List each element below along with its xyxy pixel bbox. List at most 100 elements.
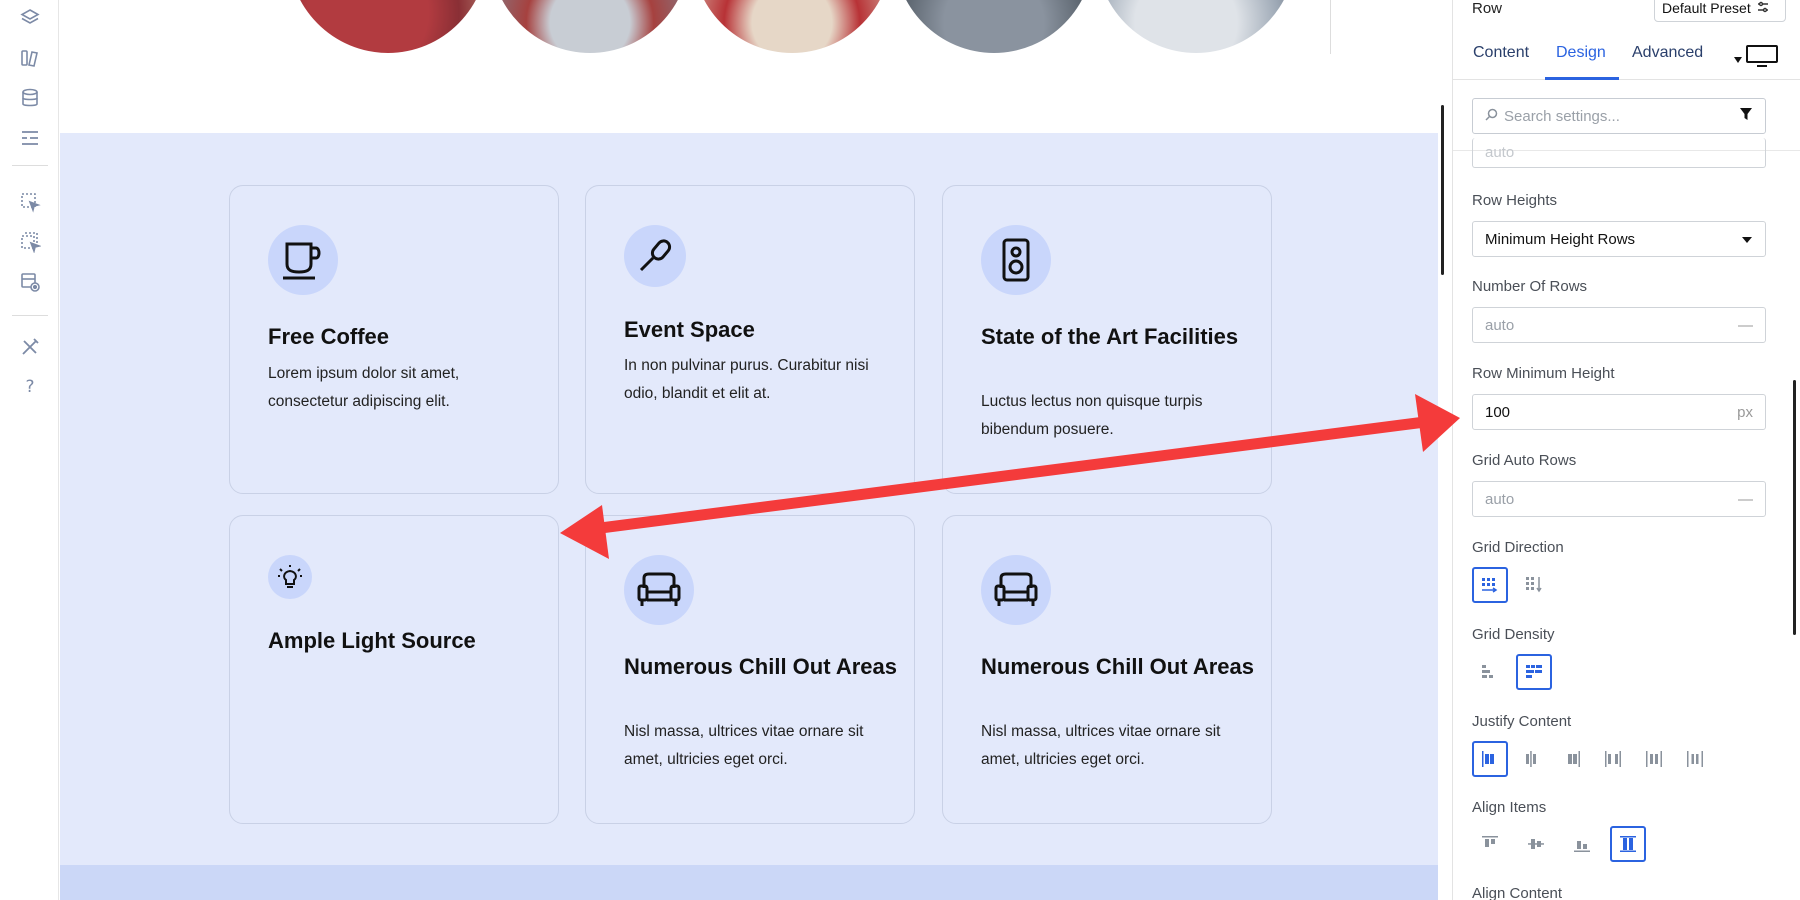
search-icon (1485, 108, 1498, 125)
grid-density-dense-button[interactable] (1516, 654, 1552, 690)
unit-label: — (1738, 316, 1753, 334)
active-tab-indicator (1545, 77, 1619, 80)
toolbar-divider (12, 315, 48, 316)
grid-density-label: Grid Density (1472, 626, 1555, 643)
number-of-rows-label: Number Of Rows (1472, 278, 1588, 295)
help-icon[interactable]: ? (18, 375, 42, 399)
feature-card[interactable]: Free Coffee Lorem ipsum dolor sit amet, … (229, 185, 559, 494)
preset-selector[interactable]: Default Preset (1654, 0, 1786, 22)
coffee-cup-icon (268, 225, 338, 295)
team-photo (692, 0, 892, 53)
card-text: In non pulvinar purus. Curabitur nisi od… (624, 357, 869, 402)
search-settings-input[interactable]: Search settings... (1472, 98, 1766, 134)
device-selector[interactable] (1733, 44, 1779, 72)
panel-tabs: Content Design Advanced (1453, 38, 1800, 80)
card-title: Numerous Chill Out Areas (624, 654, 898, 679)
team-photo-strip (288, 0, 1331, 54)
page-canvas: Free Coffee Lorem ipsum dolor sit amet, … (60, 0, 1438, 900)
partial-field-value: auto (1485, 144, 1515, 161)
grid-direction-label: Grid Direction (1472, 539, 1564, 556)
justify-space-around-button[interactable] (1636, 741, 1672, 777)
canvas-scrollbar[interactable] (1441, 105, 1444, 275)
grid-density-sparse-button[interactable] (1472, 654, 1508, 690)
feature-card[interactable]: Numerous Chill Out Areas Nisl massa, ult… (585, 515, 915, 824)
tab-design[interactable]: Design (1556, 44, 1606, 62)
align-stretch-button[interactable] (1610, 826, 1646, 862)
card-title: Event Space (624, 317, 755, 342)
justify-end-button[interactable] (1554, 741, 1590, 777)
justify-center-button[interactable] (1513, 741, 1549, 777)
align-end-button[interactable] (1564, 826, 1600, 862)
card-text: Luctus lectus non quisque turpis bibendu… (981, 393, 1203, 438)
toolbar-divider (12, 165, 48, 166)
feature-card[interactable]: State of the Art Facilities Luctus lectu… (942, 185, 1272, 494)
feature-card[interactable]: Ample Light Source (229, 515, 559, 824)
search-placeholder: Search settings... (1504, 107, 1620, 125)
sofa-icon (624, 555, 694, 625)
grid-auto-rows-label: Grid Auto Rows (1472, 452, 1577, 469)
row-min-height-input[interactable]: 100 px (1472, 394, 1766, 430)
justify-content-options (1472, 741, 1713, 777)
card-title: Numerous Chill Out Areas (981, 654, 1255, 679)
database-icon[interactable] (18, 86, 42, 110)
builder-app: ? Free Coffee Lorem ipsum dolor sit amet… (0, 0, 1800, 900)
speaker-icon (981, 225, 1051, 295)
microphone-icon (624, 225, 686, 287)
select-caret-icon (1741, 231, 1753, 248)
card-title: Ample Light Source (268, 628, 476, 653)
tools-icon[interactable] (18, 335, 42, 359)
grid-direction-options (1472, 567, 1552, 603)
desktop-icon (1745, 44, 1779, 72)
card-text: Nisl massa, ultrices vitae ornare sit am… (981, 723, 1221, 768)
row-min-height-label: Row Minimum Height (1472, 365, 1615, 382)
justify-space-evenly-button[interactable] (1677, 741, 1713, 777)
align-start-button[interactable] (1472, 826, 1508, 862)
number-of-rows-input[interactable]: auto — (1472, 307, 1766, 343)
structure-icon[interactable] (18, 126, 42, 150)
tab-content[interactable]: Content (1473, 44, 1529, 62)
team-photo (1096, 0, 1296, 53)
select-element-icon[interactable] (18, 190, 42, 214)
number-of-rows-placeholder: auto (1485, 316, 1515, 334)
grid-auto-rows-input[interactable]: auto — (1472, 481, 1766, 517)
align-items-label: Align Items (1472, 799, 1547, 816)
grid-direction-row-button[interactable] (1472, 567, 1508, 603)
row-heights-label: Row Heights (1472, 192, 1558, 209)
panel-title: Row (1472, 0, 1503, 17)
features-section[interactable]: Free Coffee Lorem ipsum dolor sit amet, … (60, 133, 1438, 865)
align-center-button[interactable] (1518, 826, 1554, 862)
preset-label: Default Preset (1662, 0, 1751, 16)
card-title: Free Coffee (268, 324, 390, 349)
team-photo (894, 0, 1094, 53)
card-text: Nisl massa, ultrices vitae ornare sit am… (624, 723, 864, 768)
unit-label: px (1737, 403, 1753, 421)
filter-icon[interactable] (1739, 107, 1753, 125)
partial-field[interactable]: auto (1472, 138, 1766, 168)
next-section (60, 865, 1438, 900)
align-items-options (1472, 826, 1646, 862)
row-heights-value: Minimum Height Rows (1485, 230, 1636, 248)
lightbulb-icon (268, 555, 312, 599)
preset-settings-icon (1757, 0, 1769, 16)
feature-card[interactable]: Event Space In non pulvinar purus. Curab… (585, 185, 915, 494)
sofa-icon (981, 555, 1051, 625)
align-content-label: Align Content (1472, 885, 1563, 900)
layers-icon[interactable] (18, 6, 42, 30)
tab-advanced[interactable]: Advanced (1632, 44, 1703, 62)
library-icon[interactable] (18, 46, 42, 70)
justify-start-button[interactable] (1472, 741, 1508, 777)
team-photo (490, 0, 690, 53)
justify-space-between-button[interactable] (1595, 741, 1631, 777)
grid-direction-column-button[interactable] (1516, 567, 1552, 603)
row-heights-select[interactable]: Minimum Height Rows (1472, 221, 1766, 257)
row-min-height-value: 100 (1485, 403, 1511, 421)
left-toolbar: ? (0, 0, 59, 900)
grid-density-options (1472, 654, 1552, 690)
justify-content-label: Justify Content (1472, 713, 1572, 730)
settings-panel: Row Default Preset Content Design Advanc… (1452, 0, 1800, 900)
panel-scrollbar[interactable] (1793, 380, 1796, 635)
multi-select-icon[interactable] (18, 230, 42, 254)
preview-icon[interactable] (18, 270, 42, 294)
feature-card[interactable]: Numerous Chill Out Areas Nisl massa, ult… (942, 515, 1272, 824)
unit-label: — (1738, 490, 1753, 508)
